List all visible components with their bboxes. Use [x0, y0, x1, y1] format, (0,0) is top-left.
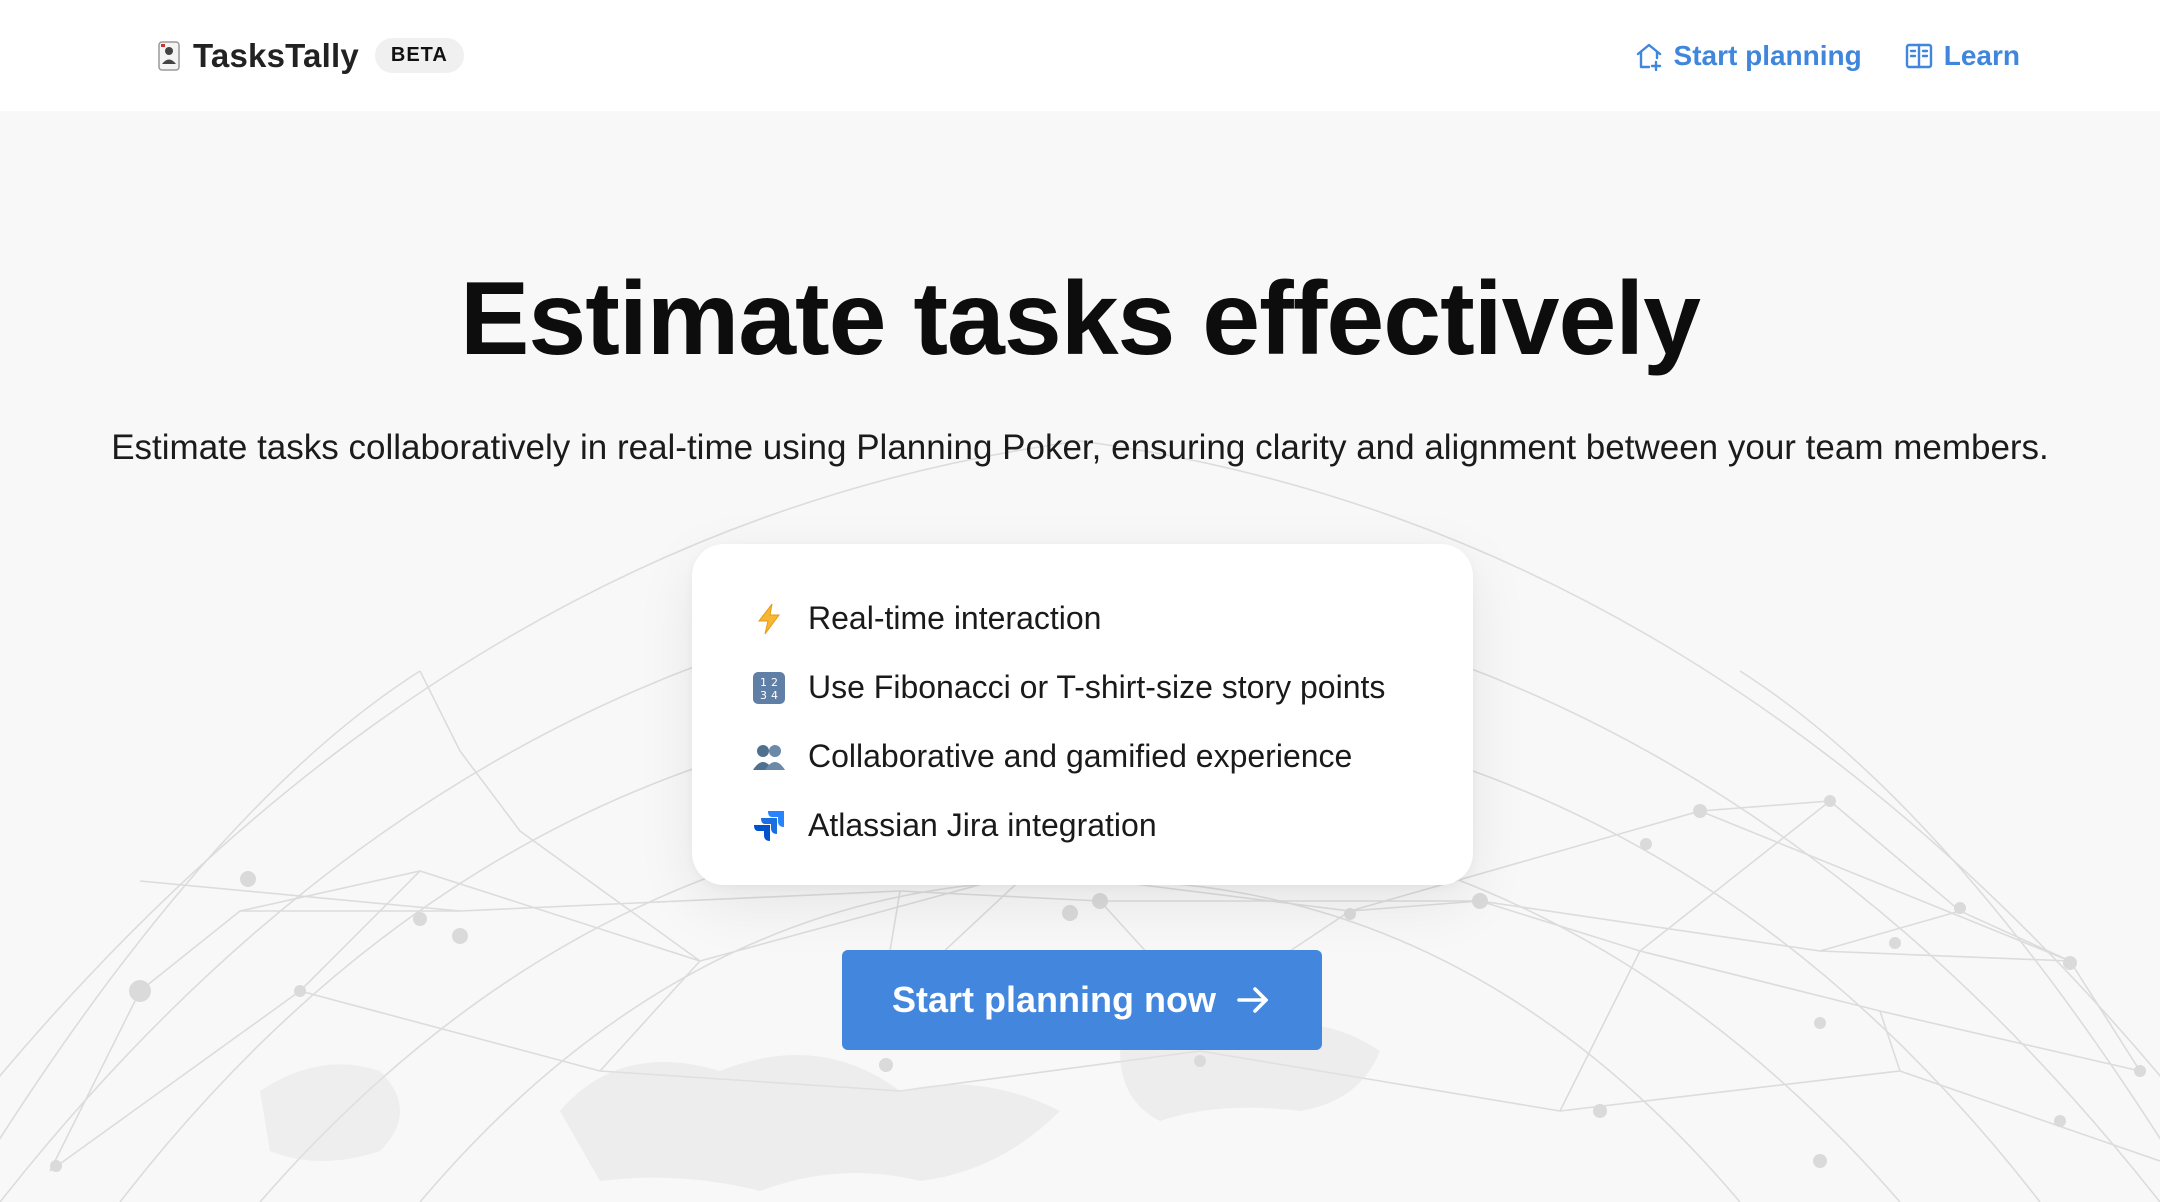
- brand-name: TasksTally: [193, 36, 359, 74]
- feature-label: Use Fibonacci or T-shirt-size story poin…: [808, 669, 1386, 705]
- house-plus-icon: [1634, 41, 1664, 71]
- features-card: Real-time interaction 1 2 3 4 Use Fibona…: [692, 544, 1473, 885]
- arrow-right-icon: [1234, 981, 1272, 1019]
- start-planning-now-button[interactable]: Start planning now: [842, 950, 1322, 1050]
- lightning-icon: [752, 602, 786, 636]
- feature-label: Real-time interaction: [808, 600, 1102, 636]
- nav-start-planning-link[interactable]: Start planning: [1634, 40, 1862, 72]
- poker-card-icon: [155, 38, 183, 74]
- brand[interactable]: TasksTally BETA: [155, 37, 464, 75]
- svg-text:4: 4: [771, 689, 778, 702]
- book-icon: [1904, 41, 1934, 71]
- svg-text:2: 2: [771, 676, 778, 689]
- landing-page: TasksTally BETA Start planning Learn Est…: [0, 0, 2160, 1202]
- nav-learn-label: Learn: [1943, 39, 2020, 71]
- hero-title: Estimate tasks effectively: [459, 261, 1701, 377]
- numbers-icon: 1 2 3 4: [752, 671, 786, 705]
- top-navbar: TasksTally BETA Start planning Learn: [0, 0, 2160, 111]
- nav-start-planning-label: Start planning: [1673, 39, 1862, 71]
- cta-label: Start planning now: [892, 979, 1216, 1020]
- people-icon: [752, 740, 786, 774]
- feature-item: Collaborative and gamified experience: [752, 722, 1473, 791]
- feature-label: Collaborative and gamified experience: [808, 738, 1353, 774]
- nav-learn-link[interactable]: Learn: [1904, 40, 2020, 72]
- svg-text:1: 1: [760, 676, 767, 689]
- feature-item: 1 2 3 4 Use Fibonacci or T-shirt-size st…: [752, 653, 1473, 722]
- svg-text:3: 3: [760, 689, 767, 702]
- hero-subtitle: Estimate tasks collaboratively in real-t…: [111, 428, 2049, 467]
- jira-icon: [752, 809, 786, 843]
- feature-item: Real-time interaction: [752, 584, 1473, 653]
- feature-label: Atlassian Jira integration: [808, 807, 1157, 843]
- feature-item: Atlassian Jira integration: [752, 791, 1473, 860]
- beta-badge: BETA: [374, 38, 464, 73]
- main-nav: Start planning Learn: [1634, 40, 2020, 72]
